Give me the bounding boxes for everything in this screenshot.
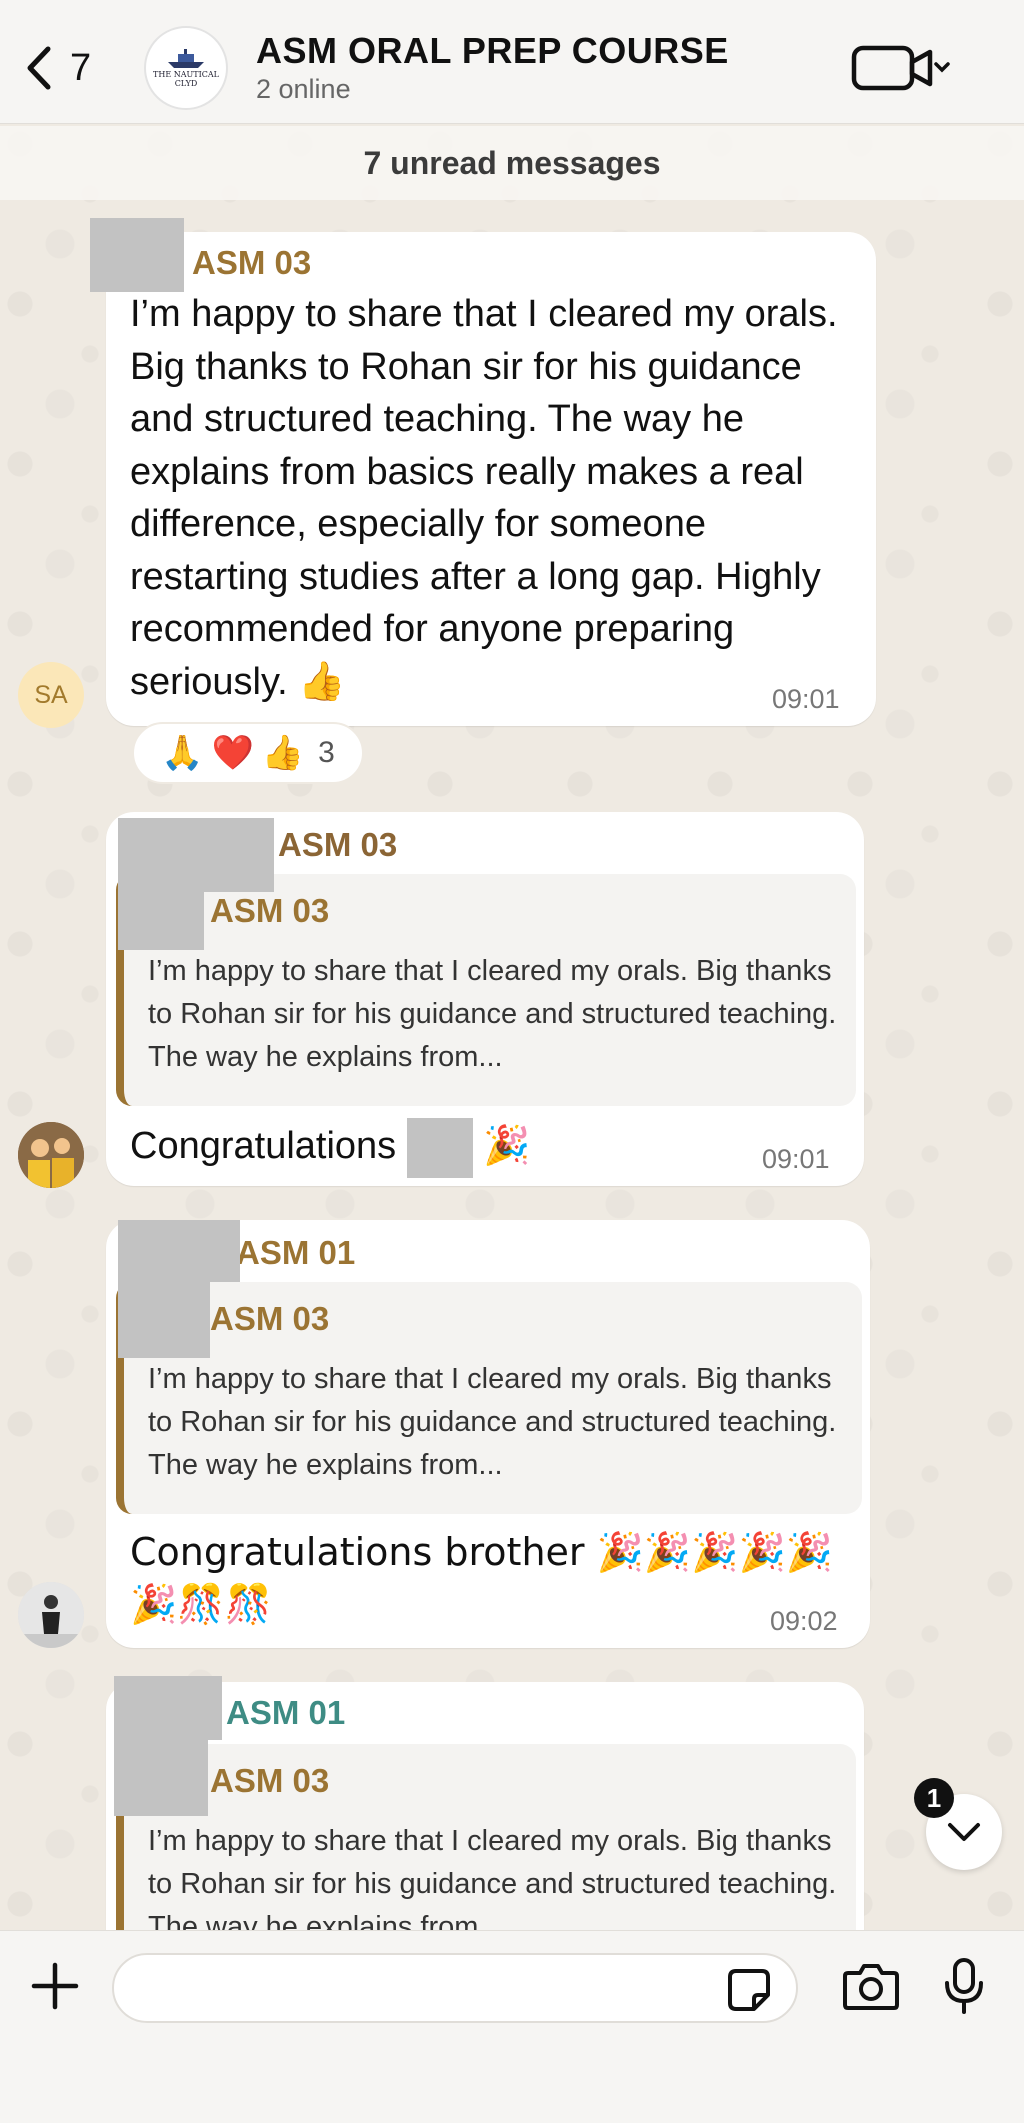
redacted-name [406, 1118, 473, 1178]
quoted-sender: ASM 03 [210, 1762, 330, 1799]
back-button[interactable]: 7 [22, 40, 112, 96]
message-text: Congratulations brother 🎉🎉🎉🎉🎉 [130, 1530, 834, 1574]
sender-avatar[interactable] [18, 1582, 84, 1648]
redacted-quote-name [114, 1740, 208, 1816]
message-time: 09:02 [770, 1606, 838, 1636]
message-sender: ASM 01 [236, 1234, 356, 1271]
user-photo-icon [18, 1122, 84, 1188]
unread-count-badge: 1 [914, 1778, 954, 1818]
sender-avatar[interactable] [18, 1122, 84, 1188]
redacted-quote-name [118, 1282, 210, 1358]
sticker-button[interactable] [726, 1967, 772, 2013]
quoted-text: I’m happy to share that I cleared my ora… [148, 955, 837, 1073]
quoted-message[interactable]: ASM 03 I’m happy to share that I cleared… [116, 874, 856, 1106]
message-input[interactable] [112, 1953, 798, 2023]
quoted-message[interactable]: ASM 03 I’m happy to share that I cleared… [116, 1282, 862, 1514]
microphone-button[interactable] [942, 1957, 986, 2015]
sticker-icon [728, 1969, 770, 2011]
camera-icon [843, 1964, 899, 2010]
message-text-line2: 🎉🎊🎊 [130, 1582, 272, 1626]
message-time: 09:01 [762, 1144, 830, 1174]
composer-bar [0, 1930, 1024, 2123]
ship-logo-icon [168, 49, 204, 68]
quoted-message[interactable]: ASM 03 I’m happy to share that I cleared… [116, 1744, 856, 1930]
quoted-sender: ASM 03 [210, 892, 330, 929]
redacted-sender-name [90, 218, 184, 292]
logo-text-bottom: CLYD [174, 79, 198, 88]
chevron-down-icon [948, 1823, 980, 1841]
plus-icon [31, 1962, 79, 2010]
reaction-thumbs-up: 👍 [261, 733, 305, 773]
message-sender: ASM 01 [226, 1694, 346, 1731]
party-popper-emoji: 🎉 [483, 1123, 531, 1168]
quoted-text: I’m happy to share that I cleared my ora… [148, 1363, 837, 1481]
redacted-sender-name [118, 1220, 240, 1282]
message-text: I’m happy to share that I cleared my ora… [130, 293, 838, 703]
chat-header: 7 THE NAUTICAL CLYD ASM ORAL PREP COURSE… [0, 0, 1024, 124]
camera-button[interactable] [842, 1961, 900, 2011]
reaction-pray: 🙏 [161, 733, 204, 773]
user-photo-icon [18, 1582, 84, 1648]
reaction-count: 3 [318, 736, 335, 769]
sender-avatar[interactable]: SA [18, 662, 84, 728]
message-list[interactable]: ASM 03 I’m happy to share that I cleared… [0, 124, 1024, 1930]
attach-button[interactable] [30, 1961, 80, 2011]
video-call-button[interactable] [850, 40, 950, 96]
microphone-icon [945, 1958, 983, 2014]
message-text-main: Congratulations [130, 1125, 397, 1168]
quoted-sender: ASM 03 [210, 1300, 330, 1337]
reaction-heart: ❤️ [211, 733, 254, 773]
online-status: 2 online [256, 74, 351, 104]
logo-text-top: THE NAUTICAL [153, 70, 219, 79]
redacted-sender-name [114, 1676, 222, 1740]
message-sender: ASM 03 [192, 244, 312, 281]
back-unread-count: 7 [70, 46, 92, 89]
chat-title[interactable]: ASM ORAL PREP COURSE [256, 30, 729, 72]
message-sender: ASM 03 [278, 826, 398, 863]
message-text: Congratulations 🎉 [130, 1118, 690, 1178]
unread-messages-banner: 7 unread messages [0, 126, 1024, 200]
video-camera-icon [851, 45, 950, 91]
group-avatar[interactable]: THE NAUTICAL CLYD [144, 26, 228, 110]
message-reactions[interactable]: 🙏 ❤️ 👍 3 [132, 722, 364, 784]
redacted-quote-name [118, 874, 204, 950]
quoted-text: I’m happy to share that I cleared my ora… [148, 1825, 837, 1930]
message-time: 09:01 [772, 684, 840, 714]
chevron-left-icon [27, 46, 51, 90]
